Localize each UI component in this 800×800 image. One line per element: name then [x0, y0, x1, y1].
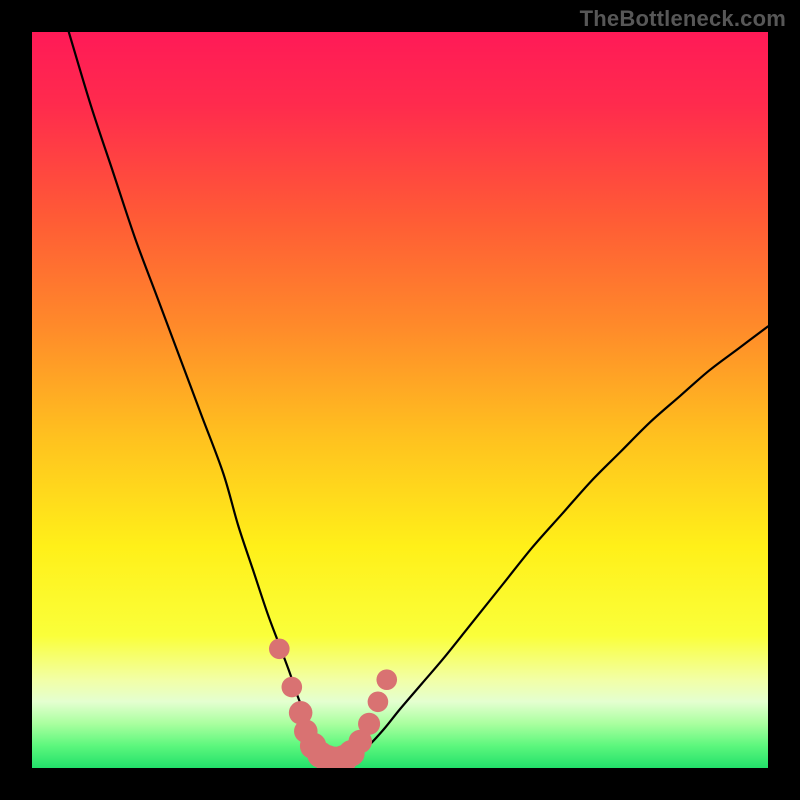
bottleneck-chart [32, 32, 768, 768]
curve-marker [269, 638, 290, 659]
curve-marker [282, 677, 303, 698]
curve-marker [358, 713, 380, 735]
plot-area [32, 32, 768, 768]
gradient-bg [32, 32, 768, 768]
chart-frame: TheBottleneck.com [0, 0, 800, 800]
curve-marker [368, 691, 389, 712]
watermark-text: TheBottleneck.com [580, 6, 786, 32]
curve-marker [376, 669, 397, 690]
